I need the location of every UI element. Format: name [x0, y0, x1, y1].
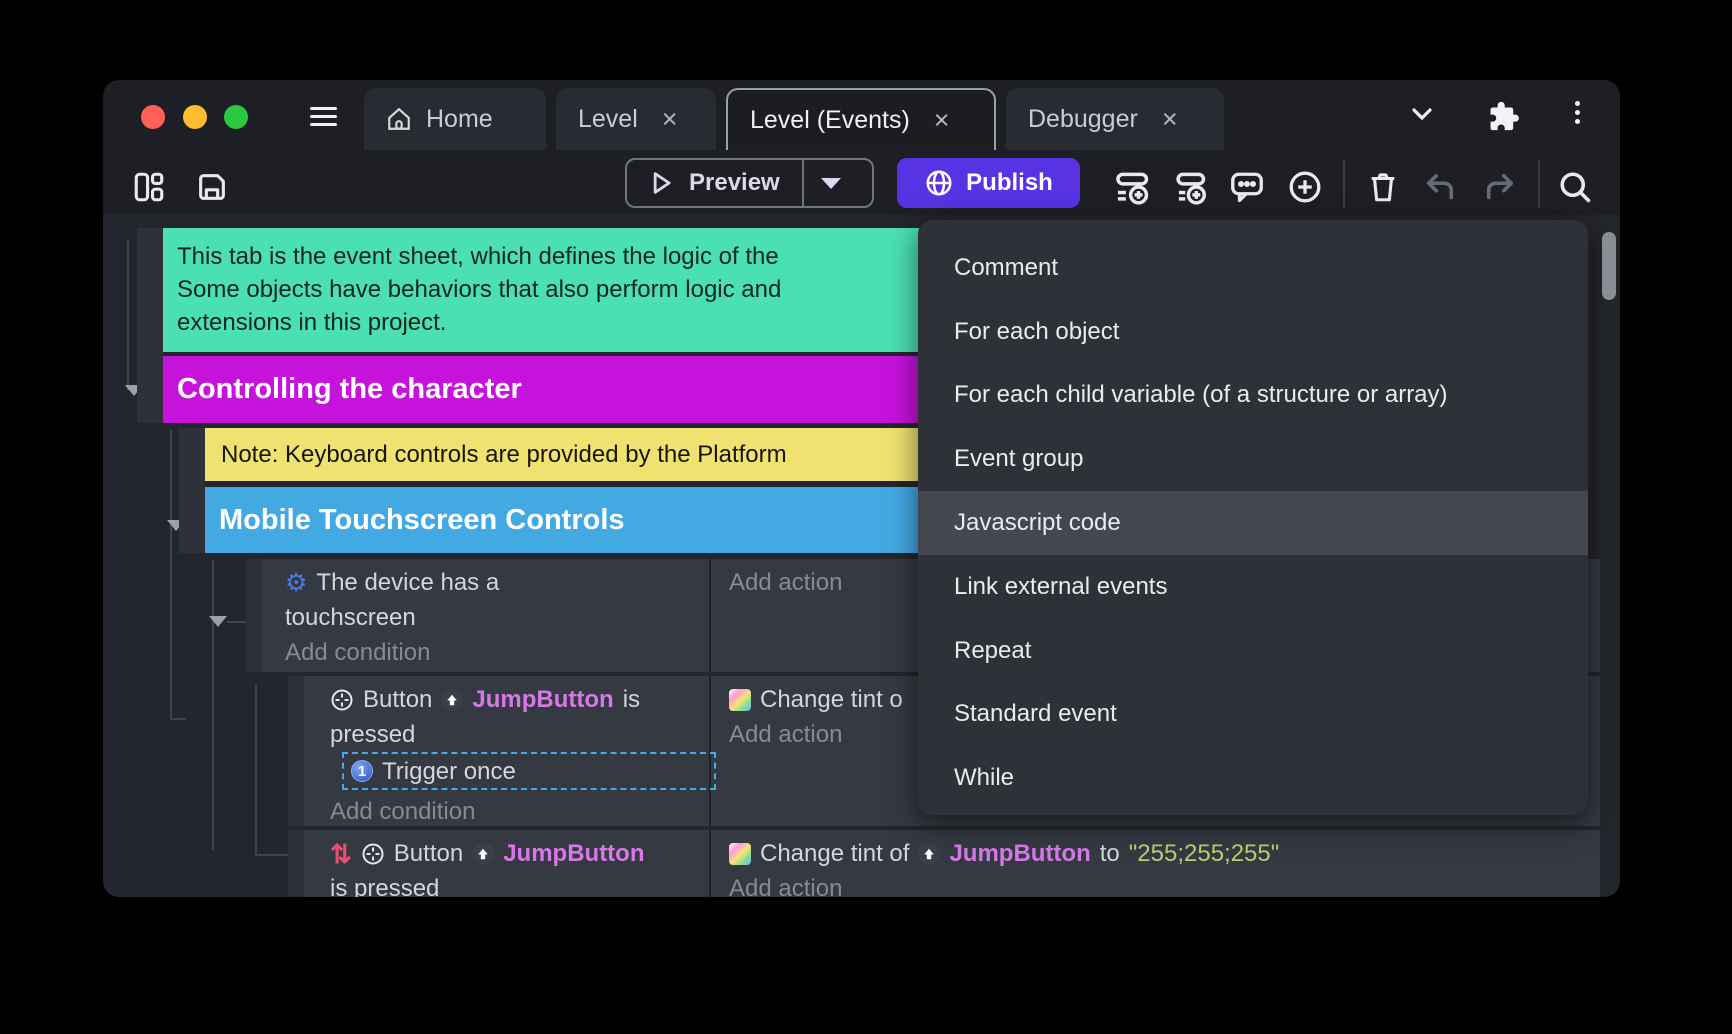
- play-icon: [647, 169, 675, 197]
- preview-button[interactable]: Preview: [625, 158, 874, 208]
- action-value: "255;255;255": [1129, 836, 1280, 871]
- home-icon: [386, 106, 412, 132]
- invert-condition-icon: ⇅: [330, 843, 352, 865]
- up-arrow-icon: [472, 843, 494, 865]
- toolbar-divider: [1343, 160, 1345, 208]
- tree-line: [212, 560, 214, 850]
- instance-name: JumpButton: [949, 836, 1090, 871]
- condition-text: is: [623, 682, 640, 717]
- addons-puzzle-icon[interactable]: [1487, 99, 1521, 133]
- tab-level[interactable]: Level ×: [556, 88, 716, 150]
- search-icon[interactable]: [1556, 168, 1594, 206]
- event-margin: [288, 830, 304, 897]
- add-condition-link[interactable]: Add condition: [330, 794, 475, 826]
- action-text: to: [1100, 836, 1120, 871]
- event-margin: [288, 676, 304, 826]
- trigger-once-icon: 1: [351, 760, 373, 782]
- caret-down-icon[interactable]: [821, 178, 841, 189]
- minimize-window-button[interactable]: [183, 105, 207, 129]
- menu-item-event-group[interactable]: Event group: [918, 427, 1588, 491]
- globe-icon: [924, 168, 954, 198]
- event-margin-strip: [137, 228, 163, 423]
- comment-bubble-icon[interactable]: [1228, 168, 1266, 206]
- condition-text: Trigger once: [382, 754, 516, 789]
- tab-label: Level (Events): [750, 106, 910, 135]
- close-icon[interactable]: ×: [1162, 106, 1178, 133]
- close-icon[interactable]: ×: [934, 107, 950, 134]
- vertical-scrollbar-thumb[interactable]: [1602, 232, 1616, 300]
- toolbar-divider: [1538, 160, 1540, 208]
- condition-text: The device has a: [316, 565, 499, 600]
- preview-label: Preview: [689, 169, 780, 197]
- add-condition-link[interactable]: Add condition: [285, 635, 709, 670]
- tint-color-icon: [729, 689, 751, 711]
- condition-text: touchscreen: [285, 600, 709, 635]
- tree-line: [170, 430, 172, 720]
- tree-line: [255, 684, 257, 856]
- up-arrow-icon: [918, 843, 940, 865]
- menu-item-while[interactable]: While: [918, 746, 1588, 810]
- publish-button[interactable]: Publish: [897, 158, 1080, 208]
- tab-debugger[interactable]: Debugger ×: [1006, 88, 1224, 150]
- tree-line: [127, 240, 129, 390]
- tree-line: [170, 718, 186, 720]
- object-name: Button: [363, 682, 432, 717]
- tab-label: Level: [578, 105, 638, 134]
- condition-text: is pressed: [330, 871, 709, 897]
- add-event-icon[interactable]: [1114, 168, 1152, 206]
- tree-line: [227, 621, 246, 623]
- gamepad-icon: [330, 688, 354, 712]
- add-event-context-menu: Comment For each object For each child v…: [918, 220, 1588, 815]
- object-name: Button: [394, 836, 463, 871]
- menu-item-for-each-child-variable[interactable]: For each child variable (of a structure …: [918, 364, 1588, 428]
- tab-label: Home: [426, 105, 493, 134]
- menu-item-javascript-code[interactable]: Javascript code: [918, 491, 1588, 555]
- event-margin-strip: [179, 428, 205, 553]
- delete-trash-icon[interactable]: [1364, 168, 1402, 206]
- condition-text: pressed: [330, 717, 709, 752]
- plus-circle-icon[interactable]: [1286, 168, 1324, 206]
- event-margin: [246, 559, 262, 672]
- preview-split-divider: [802, 160, 804, 206]
- chevron-down-icon[interactable]: [1405, 102, 1439, 126]
- tree-line: [255, 854, 288, 856]
- action-text: Change tint o: [760, 682, 903, 717]
- note-text: Note: Keyboard controls are provided by …: [221, 441, 787, 469]
- menu-item-standard-event[interactable]: Standard event: [918, 683, 1588, 747]
- close-icon[interactable]: ×: [662, 106, 678, 133]
- action-text: Change tint of: [760, 836, 909, 871]
- collapse-triangle-icon[interactable]: [209, 616, 227, 627]
- layout-panels-icon[interactable]: [130, 168, 168, 206]
- zoom-window-button[interactable]: [224, 105, 248, 129]
- selected-condition-trigger-once[interactable]: 1 Trigger once: [342, 752, 716, 790]
- group-title: Mobile Touchscreen Controls: [219, 504, 625, 537]
- add-subevent-icon[interactable]: [1171, 168, 1209, 206]
- up-arrow-icon: [441, 689, 463, 711]
- event-row[interactable]: ⇅ Button JumpButton is pressed Change ti…: [288, 830, 1600, 897]
- kebab-menu-icon[interactable]: [1575, 101, 1580, 124]
- tab-home[interactable]: Home: [364, 88, 546, 150]
- menu-item-for-each-object[interactable]: For each object: [918, 300, 1588, 364]
- tab-level-events[interactable]: Level (Events) ×: [726, 88, 996, 150]
- publish-label: Publish: [966, 169, 1053, 197]
- instance-name: JumpButton: [472, 682, 613, 717]
- tint-color-icon: [729, 843, 751, 865]
- save-icon[interactable]: [193, 168, 231, 206]
- close-window-button[interactable]: [141, 105, 165, 129]
- menu-item-repeat[interactable]: Repeat: [918, 619, 1588, 683]
- menu-item-link-external-events[interactable]: Link external events: [918, 555, 1588, 619]
- tab-label: Debugger: [1028, 105, 1138, 134]
- group-title: Controlling the character: [177, 373, 522, 406]
- add-action-link[interactable]: Add action: [729, 871, 1600, 897]
- redo-icon[interactable]: [1481, 168, 1519, 206]
- gamepad-icon: [361, 842, 385, 866]
- undo-icon[interactable]: [1421, 168, 1459, 206]
- menu-item-comment[interactable]: Comment: [918, 236, 1588, 300]
- main-menu-icon[interactable]: [310, 102, 337, 131]
- app-window: Home Level × Level (Events) × Debugger ×: [103, 80, 1620, 897]
- instance-name: JumpButton: [503, 836, 644, 871]
- touch-gear-icon: ⚙: [285, 572, 307, 594]
